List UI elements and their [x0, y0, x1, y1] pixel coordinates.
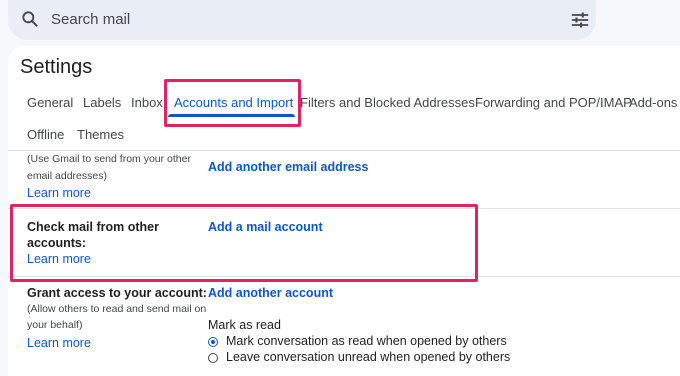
- send-as-description-line1: (Use Gmail to send from your other: [27, 153, 191, 165]
- add-another-account-link[interactable]: Add another account: [208, 286, 333, 300]
- tab-add-ons[interactable]: Add-ons: [629, 95, 677, 110]
- add-another-email-address-link[interactable]: Add another email address: [208, 160, 368, 174]
- search-input[interactable]: Search mail: [51, 11, 130, 28]
- grant-access-learn-more-link[interactable]: Learn more: [27, 336, 91, 350]
- grant-access-description-line1: (Allow others to read and send mail on: [27, 303, 207, 315]
- tab-forwarding-pop-imap[interactable]: Forwarding and POP/IMAP: [475, 95, 632, 110]
- search-icon[interactable]: [20, 9, 40, 29]
- tab-filters-and-blocked-addresses[interactable]: Filters and Blocked Addresses: [300, 95, 475, 110]
- grant-access-label: Grant access to your account:: [27, 286, 207, 300]
- send-as-learn-more-link[interactable]: Learn more: [27, 186, 91, 200]
- tab-inbox[interactable]: Inbox: [131, 95, 163, 110]
- tab-offline[interactable]: Offline: [27, 127, 64, 142]
- leave-unread-option-label[interactable]: Leave conversation unread when opened by…: [226, 350, 510, 364]
- mark-read-radio[interactable]: [208, 337, 218, 347]
- tab-labels[interactable]: Labels: [83, 95, 121, 110]
- search-bar[interactable]: Search mail: [8, 0, 596, 40]
- page-title: Settings: [20, 56, 93, 78]
- mark-as-read-label: Mark as read: [208, 318, 281, 332]
- tab-general[interactable]: General: [27, 95, 73, 110]
- tab-themes[interactable]: Themes: [77, 127, 124, 142]
- send-as-description-line2: email addresses): [27, 170, 107, 182]
- mark-read-option-label[interactable]: Mark conversation as read when opened by…: [226, 334, 507, 348]
- highlight-box-check-mail: [10, 204, 478, 282]
- highlight-box-accounts-tab: [164, 79, 301, 127]
- grant-access-description-line2: your behalf): [27, 319, 83, 331]
- tune-icon[interactable]: [570, 10, 590, 30]
- leave-unread-radio[interactable]: [208, 353, 218, 363]
